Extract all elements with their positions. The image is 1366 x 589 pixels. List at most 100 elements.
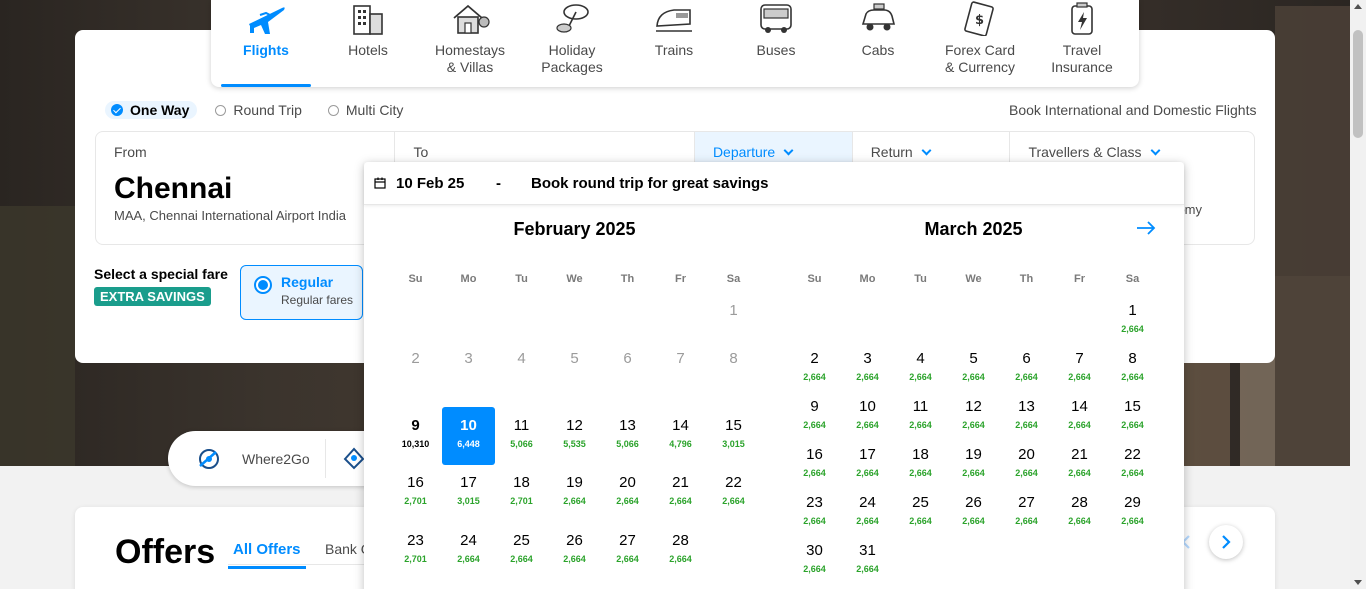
- day-fare: 2,664: [1121, 468, 1144, 478]
- trip-type-selector: One Way Round Trip Multi City: [105, 101, 411, 119]
- regular-fare-option[interactable]: Regular Regular fares: [240, 265, 363, 320]
- tab-all-offers[interactable]: All Offers: [228, 539, 306, 569]
- calendar-day[interactable]: 28 2,664: [654, 522, 707, 580]
- calendar-day[interactable]: 19 2,664: [548, 464, 601, 522]
- from-field[interactable]: From Chennai MAA, Chennai International …: [96, 132, 396, 244]
- day-number: 6: [623, 350, 632, 367]
- weekday-label: We: [566, 273, 583, 285]
- day-fare: 2,664: [803, 420, 826, 430]
- calendar-day[interactable]: 9 10,310: [389, 407, 442, 465]
- nav-buses[interactable]: Buses: [725, 0, 827, 87]
- svg-text:$: $: [975, 13, 984, 28]
- radio-checked-icon: [111, 104, 123, 116]
- calendar-day[interactable]: 15 3,015: [707, 407, 760, 465]
- calendar-day[interactable]: 21 2,664: [654, 464, 707, 522]
- nav-hotels[interactable]: Hotels: [317, 0, 419, 87]
- nav-label: Buses: [756, 42, 796, 58]
- nav-trains[interactable]: Trains: [623, 0, 725, 87]
- day-fare: 2,664: [909, 468, 932, 478]
- calendar-day[interactable]: 17 3,015: [442, 464, 495, 522]
- day-number: 22: [1124, 446, 1141, 463]
- day-number: 20: [619, 474, 636, 491]
- day-number: 11: [912, 398, 929, 415]
- weekday-label: Tu: [914, 273, 927, 285]
- day-number: 27: [1018, 494, 1035, 511]
- trip-round-trip[interactable]: Round Trip: [209, 101, 309, 119]
- calendar-day[interactable]: 28 2,664: [1053, 484, 1106, 542]
- calendar-day: 2: [389, 340, 442, 398]
- calendar-day[interactable]: 10 6,448: [442, 407, 495, 465]
- nav-travel[interactable]: Travel Insurance: [1031, 0, 1133, 87]
- day-number: 16: [806, 446, 823, 463]
- day-number: 21: [672, 474, 689, 491]
- calendar-day: 8: [707, 340, 760, 398]
- day-number: 14: [672, 417, 689, 434]
- offers-next-button[interactable]: [1209, 525, 1243, 559]
- special-fare-section: Select a special fare EXTRA SAVINGS: [94, 266, 228, 306]
- calendar-day[interactable]: 26 2,664: [548, 522, 601, 580]
- day-fare: 10,310: [401, 439, 430, 449]
- day-number: 9: [411, 417, 420, 434]
- calendar-day[interactable]: 11 5,066: [495, 407, 548, 465]
- calendar-day[interactable]: 29 2,664: [1106, 484, 1159, 542]
- calendar-day[interactable]: 27 2,664: [1000, 484, 1053, 542]
- scroll-thumb[interactable]: [1353, 30, 1363, 138]
- nav-cabs[interactable]: Cabs: [827, 0, 929, 87]
- day-number: 7: [676, 350, 685, 367]
- radio-icon: [327, 104, 339, 116]
- day-fare: 2,664: [962, 516, 985, 526]
- calendar-day[interactable]: 12 5,535: [548, 407, 601, 465]
- calendar-day[interactable]: 30 2,664: [788, 532, 841, 589]
- weekday-label: Th: [620, 273, 635, 285]
- return-label: Return: [870, 144, 913, 160]
- departure-label: Departure: [712, 144, 776, 160]
- homestay-icon: [450, 0, 490, 36]
- day-fare: 2,664: [1121, 420, 1144, 430]
- day-fare: 2,664: [962, 468, 985, 478]
- regular-fare-desc: Regular fares: [281, 293, 354, 307]
- chevron-down-icon: [1150, 145, 1160, 155]
- day-fare: 3,015: [722, 439, 745, 449]
- scroll-up-icon[interactable]: [1354, 4, 1362, 9]
- page-scrollbar[interactable]: [1350, 0, 1366, 589]
- nav-homestays[interactable]: Homestays & Villas: [419, 0, 521, 87]
- weekday-label: Su: [408, 273, 423, 285]
- nav-flights[interactable]: Flights: [215, 0, 317, 87]
- offers-title: Offers: [115, 533, 216, 571]
- day-number: 4: [916, 350, 925, 367]
- calendar-day[interactable]: 23 2,701: [389, 522, 442, 580]
- scroll-down-icon[interactable]: [1354, 580, 1362, 585]
- where2go-link[interactable]: Where2Go: [242, 451, 310, 467]
- weekday-label: Fr: [1074, 273, 1085, 285]
- day-fare: 2,664: [856, 372, 879, 382]
- calendar-day[interactable]: 13 5,066: [601, 407, 654, 465]
- weekday-label: We: [965, 273, 982, 285]
- nav-label: Cabs: [861, 42, 895, 58]
- nav-holiday[interactable]: Holiday Packages: [521, 0, 623, 87]
- calendar-day[interactable]: 31 2,664: [841, 532, 894, 589]
- forex-icon: $: [960, 0, 1000, 37]
- day-number: 22: [725, 474, 742, 491]
- nav-forex-card[interactable]: $ Forex Card & Currency: [929, 0, 1031, 87]
- day-fare: 2,664: [457, 554, 480, 564]
- calendar-day[interactable]: 22 2,664: [707, 464, 760, 522]
- calendar-day[interactable]: 27 2,664: [601, 522, 654, 580]
- day-number: 16: [407, 474, 424, 491]
- calendar-day[interactable]: 20 2,664: [601, 464, 654, 522]
- trip-one-way[interactable]: One Way: [105, 101, 198, 119]
- calendar-day[interactable]: 26 2,664: [947, 484, 1000, 542]
- calendar-day[interactable]: 25 2,664: [495, 522, 548, 580]
- calendar-day[interactable]: 16 2,701: [389, 464, 442, 522]
- calendar-day[interactable]: 14 4,796: [654, 407, 707, 465]
- day-fare: 2,664: [722, 496, 745, 506]
- calendar-day[interactable]: 24 2,664: [442, 522, 495, 580]
- day-number: 24: [460, 532, 477, 549]
- day-number: 5: [570, 350, 579, 367]
- calendar-day[interactable]: 25 2,664: [894, 484, 947, 542]
- day-number: 13: [619, 417, 636, 434]
- calendar-day[interactable]: 18 2,701: [495, 464, 548, 522]
- selected-date: 10 Feb 25: [396, 174, 465, 192]
- arrow-right-icon[interactable]: [1135, 220, 1157, 236]
- round-trip-hint[interactable]: Book round trip for great savings: [531, 175, 769, 192]
- trip-multi-city[interactable]: Multi City: [322, 101, 412, 119]
